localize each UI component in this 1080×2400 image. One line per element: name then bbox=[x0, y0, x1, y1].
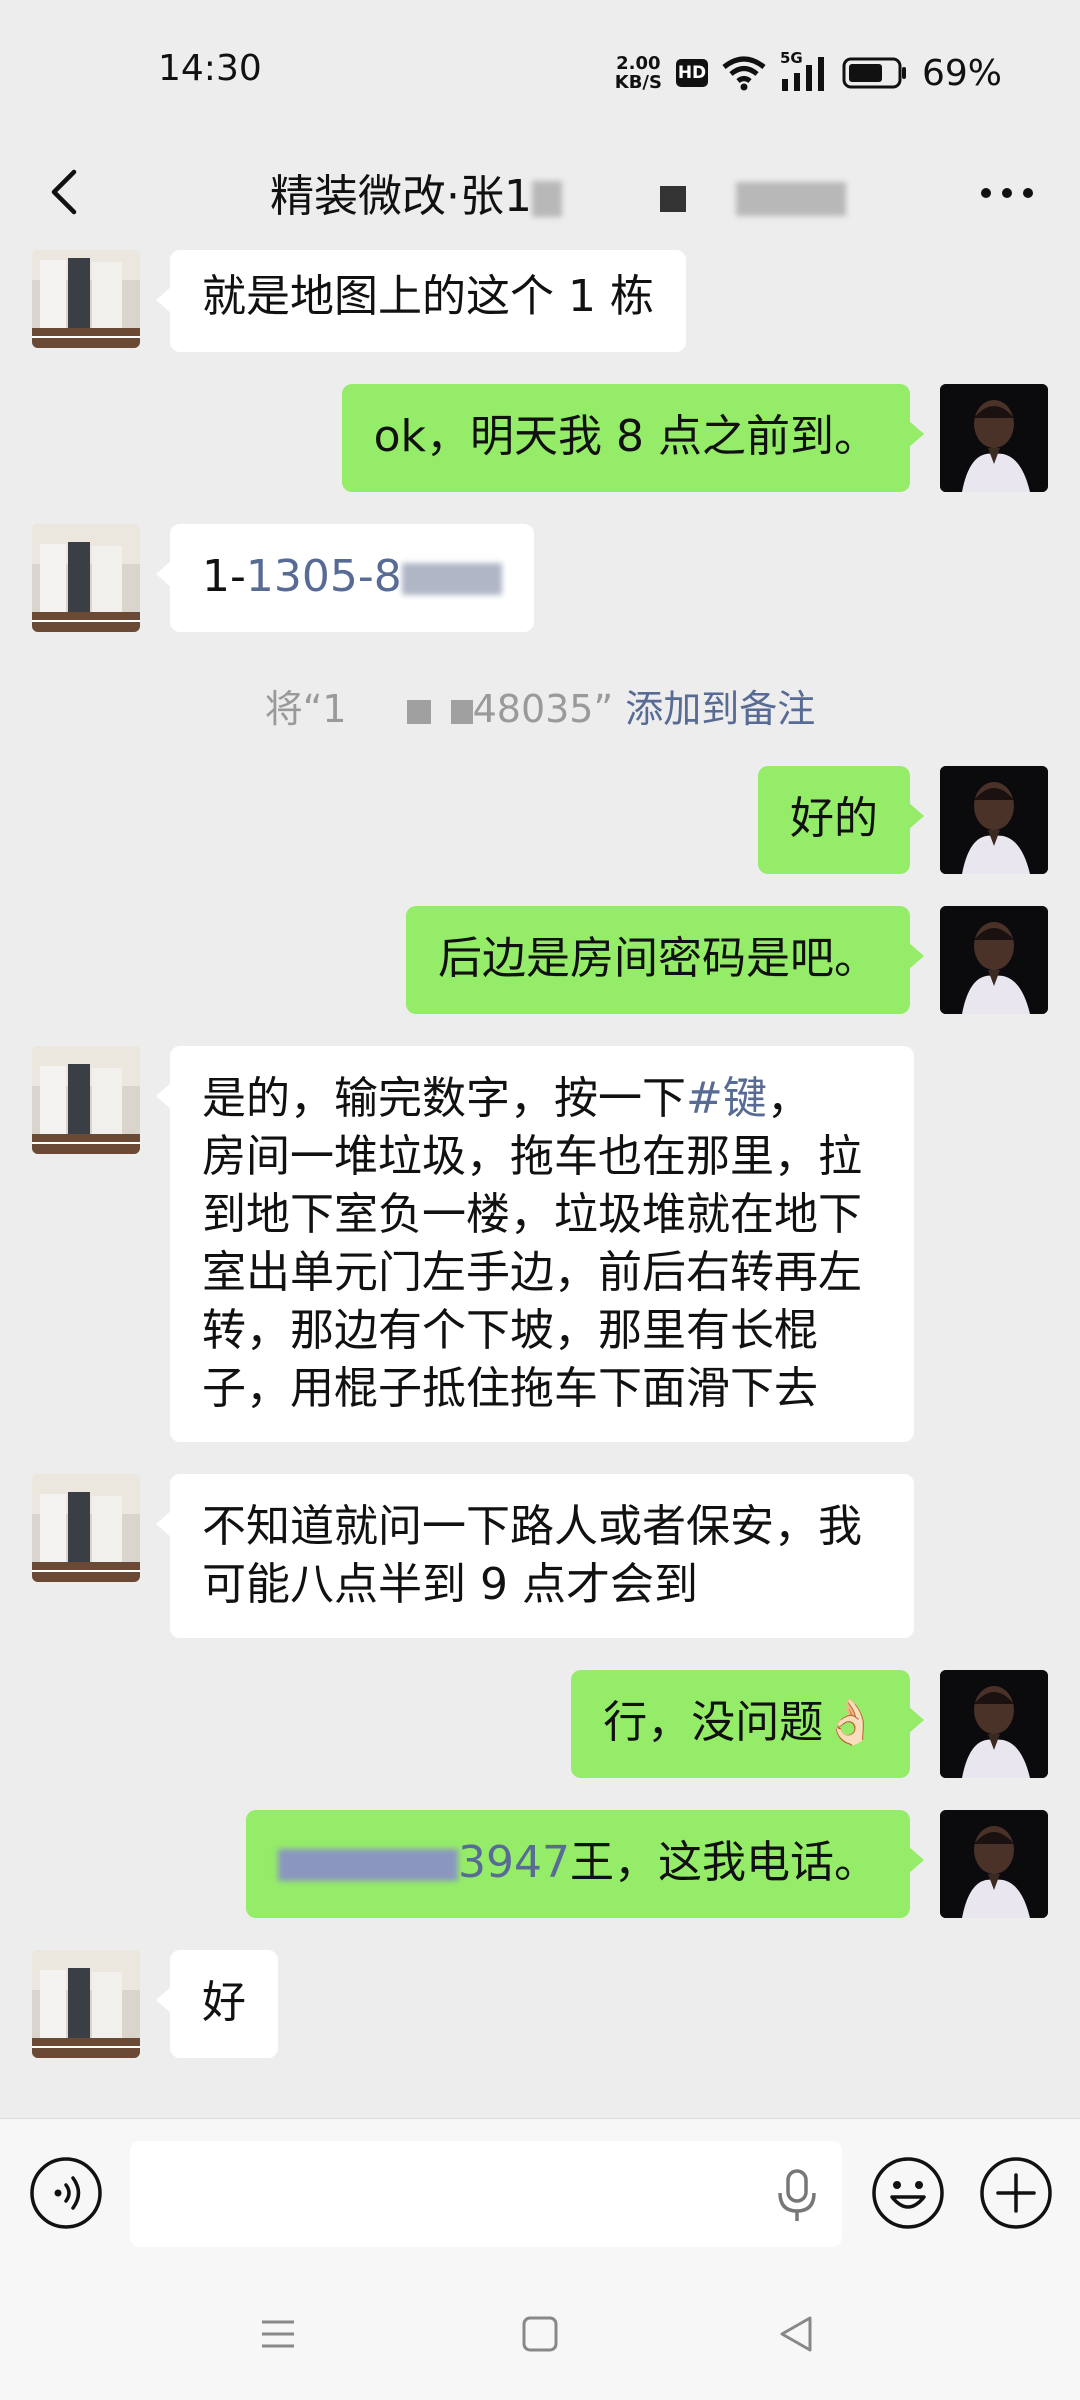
contact-avatar[interactable] bbox=[32, 524, 140, 632]
redacted-block bbox=[450, 699, 473, 724]
message-bubble[interactable]: 3947王，这我电话。 bbox=[246, 1810, 924, 1918]
battery-icon bbox=[842, 57, 906, 89]
my-avatar[interactable] bbox=[940, 1670, 1048, 1778]
contact-avatar[interactable] bbox=[32, 1474, 140, 1582]
add-to-remark-link[interactable]: 添加到备注 bbox=[625, 687, 815, 731]
back-icon[interactable] bbox=[36, 162, 96, 222]
redacted-block bbox=[406, 699, 431, 724]
emoji-icon[interactable] bbox=[870, 2155, 946, 2231]
message-bubble[interactable]: ok，明天我 8 点之前到。 bbox=[341, 384, 925, 492]
message-input[interactable] bbox=[130, 2141, 842, 2247]
wifi-icon bbox=[722, 56, 766, 91]
ok-hand-emoji: 👌🏻 bbox=[823, 1697, 878, 1748]
system-note: 将“1 48035” 添加到备注 bbox=[264, 687, 816, 731]
signal-icon: 5G bbox=[780, 49, 828, 93]
message-bubble[interactable]: 是的，输完数字，按一下#键， 房间一堆垃圾，拖车也在那里，拉 到地下室负一楼，垃… bbox=[156, 1046, 914, 1442]
status-time: 14:30 bbox=[158, 48, 262, 89]
my-avatar[interactable] bbox=[940, 1810, 1048, 1918]
home-nav-icon[interactable] bbox=[512, 2306, 568, 2362]
system-nav-bar bbox=[0, 2268, 1080, 2400]
message-bubble[interactable]: 好 bbox=[156, 1950, 278, 2058]
hd-icon: HD bbox=[675, 59, 708, 87]
redacted-block bbox=[278, 1849, 459, 1881]
hashtag-link[interactable]: #键 bbox=[686, 1073, 767, 1124]
contact-avatar[interactable] bbox=[32, 1950, 140, 2058]
redacted-block bbox=[401, 563, 502, 595]
contact-avatar[interactable] bbox=[32, 1046, 140, 1154]
plus-icon[interactable] bbox=[978, 2155, 1054, 2231]
my-avatar[interactable] bbox=[940, 384, 1048, 492]
chat-screen: 14:30 2.00 KB/S HD 5G 69% 精装微改·张1 就是地图上的… bbox=[0, 0, 1080, 2400]
more-icon[interactable] bbox=[972, 160, 1042, 226]
back-nav-icon[interactable] bbox=[768, 2306, 824, 2362]
redacted-block bbox=[735, 182, 846, 216]
message-bubble[interactable]: 后边是房间密码是吧。 bbox=[406, 906, 924, 1014]
menu-nav-icon[interactable] bbox=[250, 2306, 306, 2362]
voice-icon[interactable] bbox=[28, 2155, 104, 2231]
message-bubble[interactable]: 行，没问题👌🏻 bbox=[571, 1670, 924, 1778]
status-bar: 14:30 2.00 KB/S HD 5G 69% bbox=[0, 0, 1080, 140]
message-bubble[interactable]: 好的 bbox=[758, 766, 924, 874]
chat-header: 精装微改·张1 bbox=[0, 140, 1080, 250]
battery-percent: 69% bbox=[921, 52, 1002, 94]
phone-link[interactable]: 1305-8 bbox=[246, 551, 402, 602]
my-avatar[interactable] bbox=[940, 906, 1048, 1014]
status-icons: 2.00 KB/S HD 5G 69% bbox=[615, 48, 1002, 98]
message-list[interactable]: 就是地图上的这个 1 栋 ok，明天我 8 点之前到。 1-1305-8 将“1… bbox=[0, 250, 1080, 2118]
net-speed: 2.00 KB/S bbox=[614, 53, 662, 93]
redacted-block bbox=[659, 186, 686, 212]
input-bar bbox=[0, 2118, 1080, 2269]
message-bubble[interactable]: 1-1305-8 bbox=[156, 524, 534, 632]
chat-title: 精装微改·张1 bbox=[270, 160, 846, 224]
phone-link[interactable]: 3947 bbox=[458, 1837, 570, 1888]
mic-icon[interactable] bbox=[772, 2167, 822, 2223]
message-bubble[interactable]: 不知道就问一下路人或者保安，我 可能八点半到 9 点才会到 bbox=[156, 1474, 914, 1638]
my-avatar[interactable] bbox=[940, 766, 1048, 874]
redacted-block bbox=[531, 181, 562, 217]
message-bubble[interactable]: 就是地图上的这个 1 栋 bbox=[156, 250, 686, 352]
contact-avatar[interactable] bbox=[32, 250, 140, 348]
